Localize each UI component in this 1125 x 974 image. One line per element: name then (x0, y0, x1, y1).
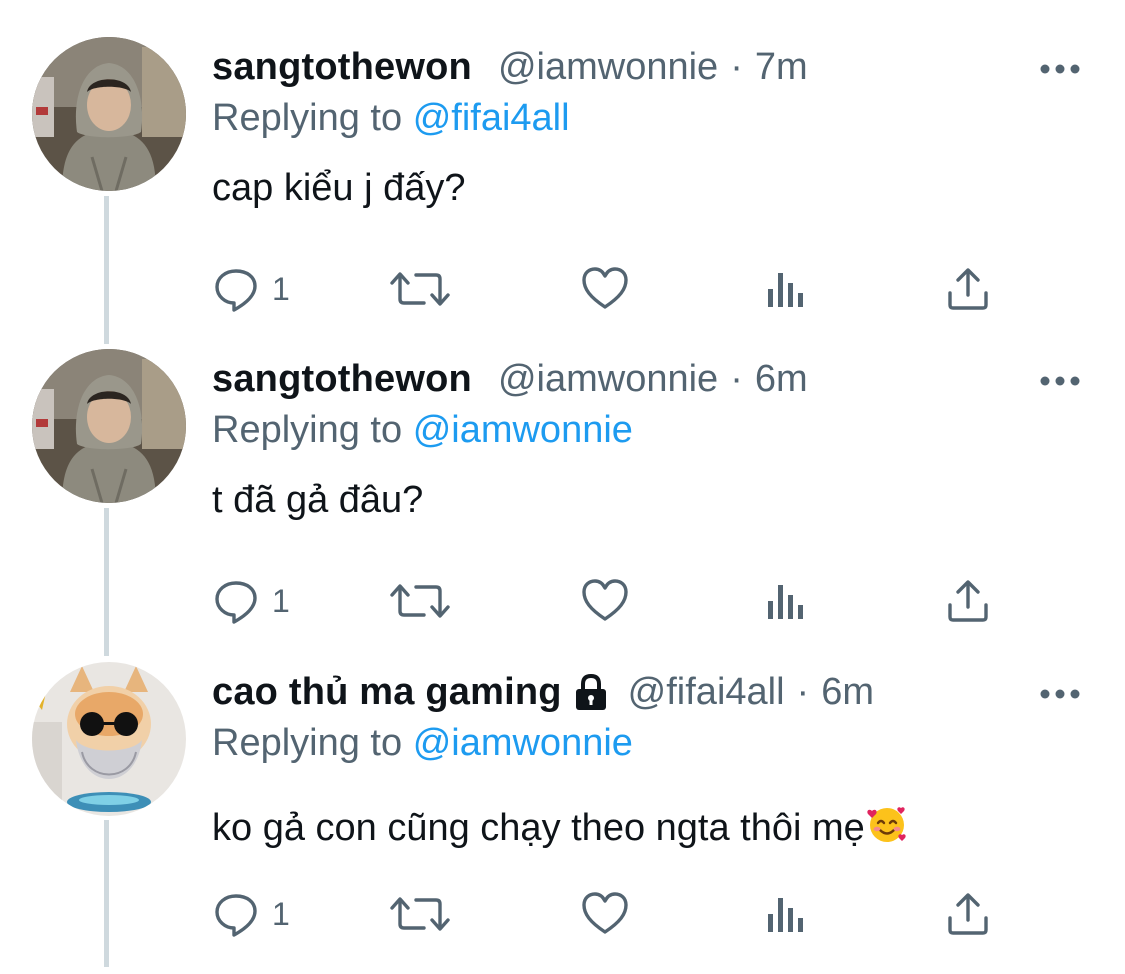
share-button[interactable] (944, 259, 992, 319)
tweet-text: ko gả con cũng chạy theo ngta thôi mẹ (212, 807, 865, 849)
share-icon (948, 580, 988, 622)
tweet-text: t đã gả đâu? (212, 479, 424, 521)
reply-count: 1 (272, 270, 290, 307)
timestamp[interactable]: 6m (755, 358, 808, 401)
retweet-icon (390, 897, 450, 931)
action-bar: 1 (212, 571, 1002, 631)
more-icon[interactable] (1039, 63, 1081, 75)
user-handle[interactable]: @fifai4all (628, 671, 785, 714)
display-name[interactable]: sangtothewon (212, 358, 472, 401)
timestamp[interactable]: 6m (821, 671, 874, 714)
analytics-button[interactable] (764, 571, 808, 631)
user-handle[interactable]: @iamwonnie (498, 358, 718, 401)
retweet-button[interactable] (390, 571, 450, 631)
tweet-header: sangtothewon @iamwonnie · 6m (212, 349, 808, 409)
share-button[interactable] (944, 884, 992, 944)
tweet-text-container: ko gả con cũng chạy theo ngta thôi mẹ (212, 802, 909, 850)
replying-to-line: Replying to @fifai4all (212, 97, 570, 140)
like-icon (582, 579, 628, 621)
tweet-text: cap kiểu j đấy? (212, 167, 466, 209)
replying-to-line: Replying to @iamwonnie (212, 722, 633, 765)
share-icon (948, 893, 988, 935)
retweet-icon (390, 272, 450, 306)
like-icon (582, 267, 628, 309)
avatar[interactable] (32, 349, 186, 503)
analytics-icon (768, 898, 803, 932)
share-button[interactable] (944, 571, 992, 631)
reply-button[interactable]: 1 (212, 259, 290, 319)
analytics-icon (768, 585, 803, 619)
tweet-header: cao thủ ma gaming @fifai4all · 6m (212, 662, 874, 722)
like-button[interactable] (580, 884, 630, 944)
display-name[interactable]: cao thủ ma gaming (212, 671, 562, 714)
separator-dot: · (730, 45, 743, 88)
replying-to-line: Replying to @iamwonnie (212, 409, 633, 452)
mention-link[interactable]: @iamwonnie (413, 409, 633, 451)
lock-icon (575, 673, 606, 710)
replying-to-label: Replying to (212, 409, 403, 451)
reply-icon (215, 894, 257, 937)
analytics-button[interactable] (764, 259, 808, 319)
reply-icon (215, 269, 257, 312)
like-button[interactable] (580, 571, 630, 631)
separator-dot: · (730, 357, 743, 400)
reply-count: 1 (272, 895, 290, 932)
action-bar: 1 (212, 259, 1002, 319)
mention-link[interactable]: @iamwonnie (413, 722, 633, 764)
share-icon (948, 268, 988, 310)
display-name[interactable]: sangtothewon (212, 46, 472, 89)
tweet[interactable]: cao thủ ma gaming @fifai4all · 6m Replyi… (0, 662, 1125, 974)
reply-button[interactable]: 1 (212, 884, 290, 944)
reply-count: 1 (272, 582, 290, 619)
analytics-icon (768, 273, 803, 307)
smiling-face-with-hearts-icon (867, 807, 906, 842)
analytics-button[interactable] (764, 884, 808, 944)
more-icon[interactable] (1039, 375, 1081, 387)
like-icon (582, 892, 628, 934)
retweet-icon (390, 584, 450, 618)
tweet[interactable]: sangtothewon @iamwonnie · 6m Replying to… (0, 349, 1125, 661)
mention-link[interactable]: @fifai4all (413, 97, 570, 139)
user-handle[interactable]: @iamwonnie (498, 46, 718, 89)
retweet-button[interactable] (390, 259, 450, 319)
tweet-header: sangtothewon @iamwonnie · 7m (212, 37, 808, 97)
avatar[interactable] (32, 662, 186, 816)
like-button[interactable] (580, 259, 630, 319)
replying-to-label: Replying to (212, 722, 403, 764)
replying-to-label: Replying to (212, 97, 403, 139)
avatar[interactable] (32, 37, 186, 191)
separator-dot: · (796, 670, 810, 713)
retweet-button[interactable] (390, 884, 450, 944)
reply-button[interactable]: 1 (212, 571, 290, 631)
reply-icon (215, 581, 257, 624)
action-bar: 1 (212, 884, 1002, 944)
tweet[interactable]: sangtothewon @iamwonnie · 7m Replying to… (0, 37, 1125, 349)
more-icon[interactable] (1039, 688, 1081, 700)
timestamp[interactable]: 7m (755, 46, 808, 89)
